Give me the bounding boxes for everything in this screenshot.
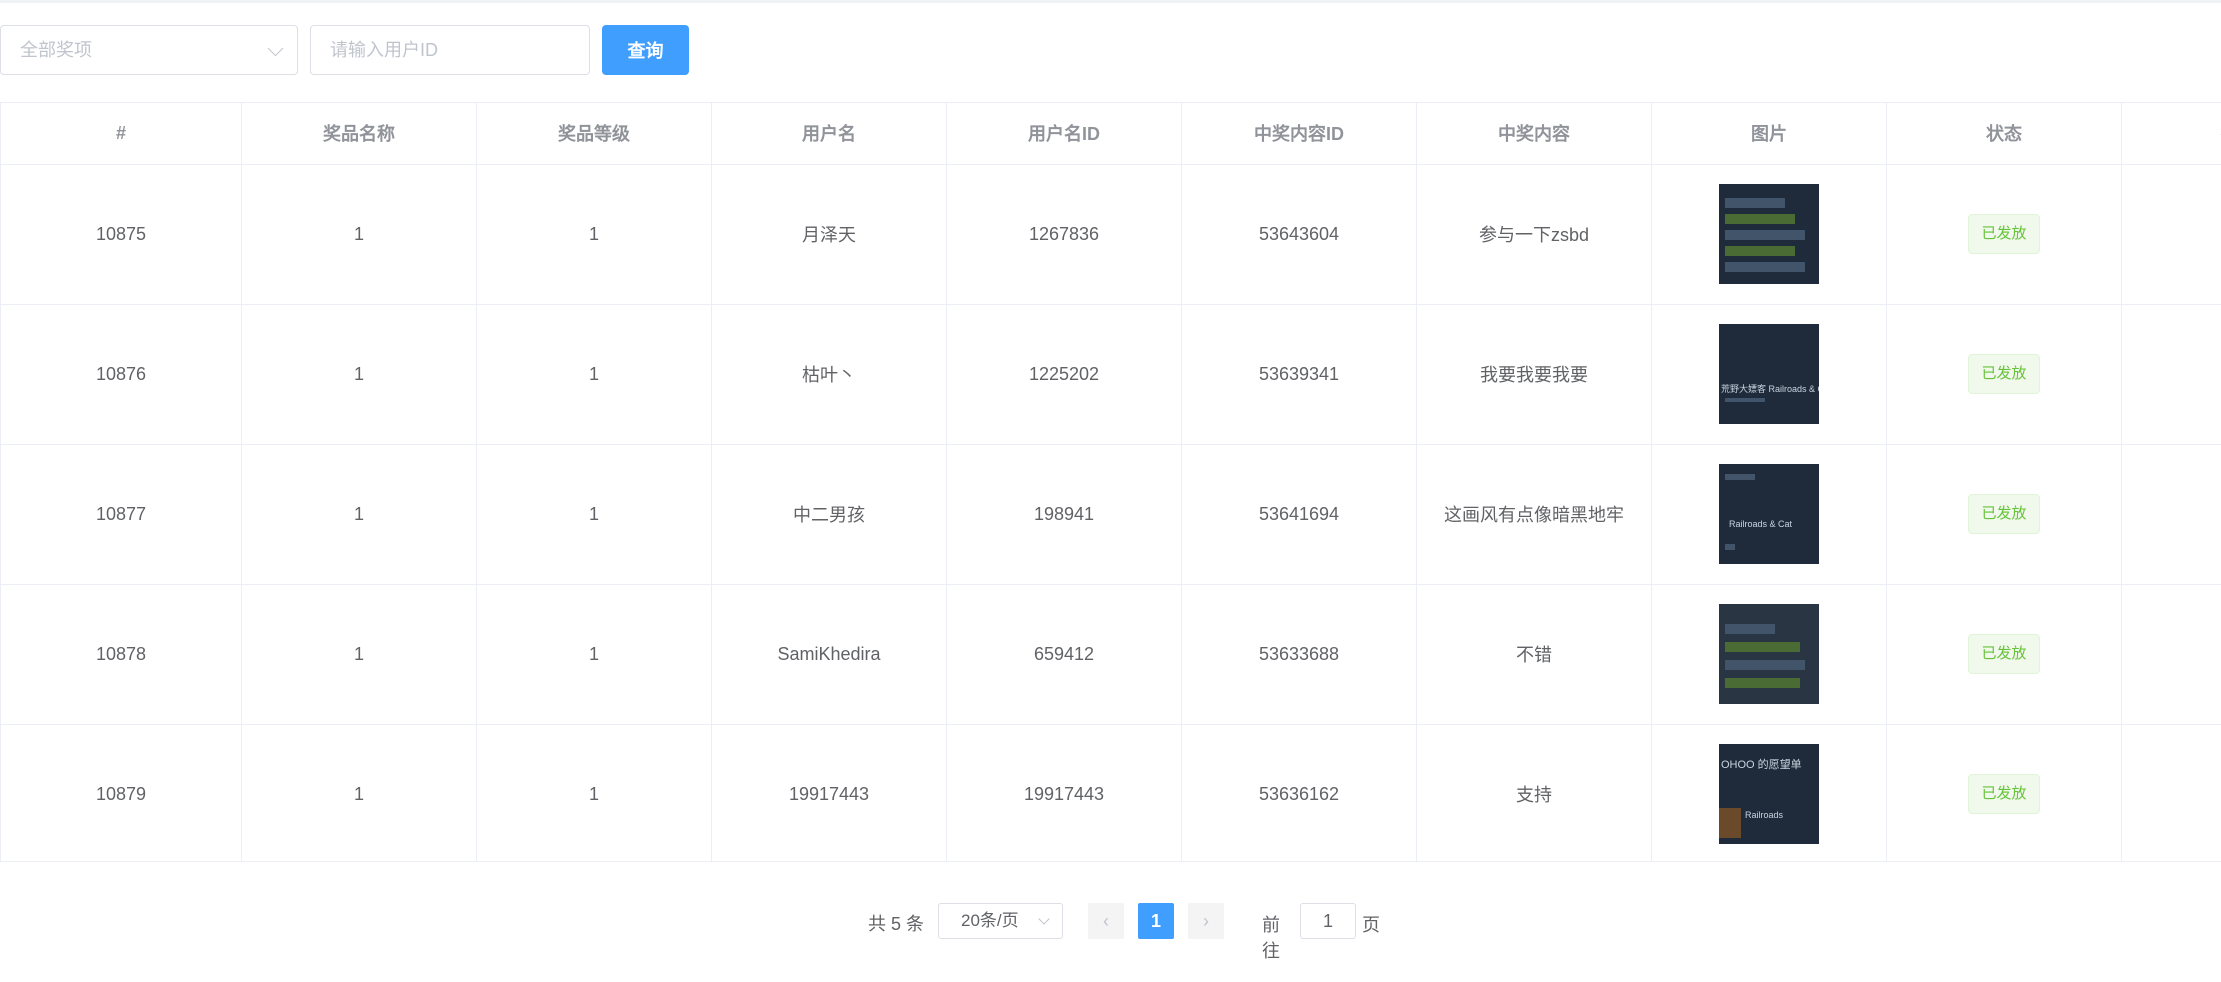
table-row: 10876 1 1 枯叶丶 1225202 53639341 我要我要我要 荒野… <box>0 304 2221 445</box>
table-header-row: # 奖品名称 奖品等级 用户名 用户名ID 中奖内容ID 中奖内容 图片 状态 … <box>0 103 2221 165</box>
cell-prize-level: 1 <box>476 164 712 305</box>
column-header-image: 图片 <box>1651 103 1887 165</box>
cell-prize-level: 1 <box>476 584 712 725</box>
cell-prize-level: 1 <box>476 724 712 861</box>
status-badge: 已发放 <box>1968 494 2040 534</box>
cell-content-id: 53636162 <box>1181 724 1417 861</box>
cell-actions <box>2121 304 2221 445</box>
cell-status: 已发放 <box>1886 444 2122 585</box>
cell-prize-name: 1 <box>241 304 477 445</box>
cell-id: 10876 <box>0 304 242 445</box>
column-header-actions: 操作 <box>2121 103 2221 165</box>
cell-content-id: 53643604 <box>1181 164 1417 305</box>
cell-user-id: 659412 <box>946 584 1182 725</box>
status-badge: 已发放 <box>1968 354 2040 394</box>
cell-prize-name: 1 <box>241 584 477 725</box>
table-row: 10879 1 1 19917443 19917443 53636162 支持 … <box>0 724 2221 861</box>
cell-id: 10878 <box>0 584 242 725</box>
status-badge: 已发放 <box>1968 634 2040 674</box>
status-badge: 已发放 <box>1968 774 2040 814</box>
page-size-value: 20条/页 <box>961 911 1019 930</box>
cell-content-id: 53633688 <box>1181 584 1417 725</box>
cell-status: 已发放 <box>1886 584 2122 725</box>
goto-suffix: 页 <box>1362 915 1380 935</box>
cell-username: 中二男孩 <box>711 444 947 585</box>
thumbnail-text: OHOO 的愿望单 <box>1721 759 1802 771</box>
cell-id: 10879 <box>0 724 242 861</box>
cell-actions <box>2121 724 2221 861</box>
cell-prize-name: 1 <box>241 724 477 861</box>
chevron-left-icon: ‹ <box>1103 911 1109 931</box>
cell-id: 10877 <box>0 444 242 585</box>
column-header-content-id: 中奖内容ID <box>1181 103 1417 165</box>
column-header-user-id: 用户名ID <box>946 103 1182 165</box>
cell-actions <box>2121 584 2221 725</box>
cell-content: 不错 <box>1416 584 1652 725</box>
cell-username: SamiKhedira <box>711 584 947 725</box>
cell-username: 枯叶丶 <box>711 304 947 445</box>
screenshot-thumbnail[interactable] <box>1719 604 1819 704</box>
cell-status: 已发放 <box>1886 304 2122 445</box>
pagination-total: 共 5 条 <box>868 914 925 934</box>
cell-actions <box>2121 164 2221 305</box>
cell-username: 19917443 <box>711 724 947 861</box>
status-badge: 已发放 <box>1968 214 2040 254</box>
cell-image <box>1651 164 1887 305</box>
cell-user-id: 198941 <box>946 444 1182 585</box>
cell-id: 10875 <box>0 164 242 305</box>
screenshot-thumbnail[interactable] <box>1719 184 1819 284</box>
column-header-content: 中奖内容 <box>1416 103 1652 165</box>
cell-content-id: 53641694 <box>1181 444 1417 585</box>
prize-select[interactable]: 全部奖项 <box>0 25 298 75</box>
query-button[interactable]: 查询 <box>602 25 689 75</box>
cell-content: 我要我要我要 <box>1416 304 1652 445</box>
user-id-input[interactable] <box>310 25 590 75</box>
cell-status: 已发放 <box>1886 724 2122 861</box>
column-header-prize-name: 奖品名称 <box>241 103 477 165</box>
column-header-index: # <box>0 103 242 165</box>
thumbnail-text: Railroads <box>1745 810 1784 820</box>
cell-actions <box>2121 444 2221 585</box>
next-page-button[interactable]: › <box>1188 903 1224 939</box>
goto-label: 前往 <box>1262 915 1280 961</box>
table-row: 10875 1 1 月泽天 1267836 53643604 参与一下zsbd <box>0 164 2221 305</box>
cell-username: 月泽天 <box>711 164 947 305</box>
column-header-status: 状态 <box>1886 103 2122 165</box>
thumbnail-text: Railroads & Cat <box>1729 519 1793 529</box>
column-header-username: 用户名 <box>711 103 947 165</box>
cell-image: OHOO 的愿望单 Railroads <box>1651 724 1887 861</box>
cell-content: 参与一下zsbd <box>1416 164 1652 305</box>
cell-content-id: 53639341 <box>1181 304 1417 445</box>
chevron-down-icon <box>267 40 284 57</box>
cell-image: 荒野大嫖客 Railroads & Catacombs <box>1651 304 1887 445</box>
cell-prize-level: 1 <box>476 304 712 445</box>
goto-page-input[interactable] <box>1300 903 1356 939</box>
winners-table: # 奖品名称 奖品等级 用户名 用户名ID 中奖内容ID 中奖内容 图片 状态 … <box>0 102 2221 862</box>
screenshot-thumbnail[interactable]: OHOO 的愿望单 Railroads <box>1719 744 1819 844</box>
cell-prize-name: 1 <box>241 164 477 305</box>
chevron-right-icon: › <box>1203 911 1209 931</box>
chevron-down-icon <box>1038 913 1050 925</box>
cell-user-id: 19917443 <box>946 724 1182 861</box>
thumbnail-text: 荒野大嫖客 Railroads & Catacombs <box>1721 384 1819 394</box>
cell-user-id: 1225202 <box>946 304 1182 445</box>
page-number-current[interactable]: 1 <box>1138 903 1174 939</box>
page-size-select[interactable]: 20条/页 <box>938 903 1063 939</box>
prize-select-value: 全部奖项 <box>20 40 92 60</box>
column-header-prize-level: 奖品等级 <box>476 103 712 165</box>
cell-prize-level: 1 <box>476 444 712 585</box>
screenshot-thumbnail[interactable]: Railroads & Cat <box>1719 464 1819 564</box>
cell-status: 已发放 <box>1886 164 2122 305</box>
table-row: 10878 1 1 SamiKhedira 659412 53633688 不错 <box>0 584 2221 725</box>
cell-image: Railroads & Cat <box>1651 444 1887 585</box>
cell-image <box>1651 584 1887 725</box>
cell-prize-name: 1 <box>241 444 477 585</box>
screenshot-thumbnail[interactable]: 荒野大嫖客 Railroads & Catacombs <box>1719 324 1819 424</box>
top-divider <box>0 0 2221 3</box>
table-row: 10877 1 1 中二男孩 198941 53641694 这画风有点像暗黑地… <box>0 444 2221 585</box>
prev-page-button[interactable]: ‹ <box>1088 903 1124 939</box>
cell-content: 支持 <box>1416 724 1652 861</box>
cell-user-id: 1267836 <box>946 164 1182 305</box>
cell-content: 这画风有点像暗黑地牢 <box>1416 444 1652 585</box>
